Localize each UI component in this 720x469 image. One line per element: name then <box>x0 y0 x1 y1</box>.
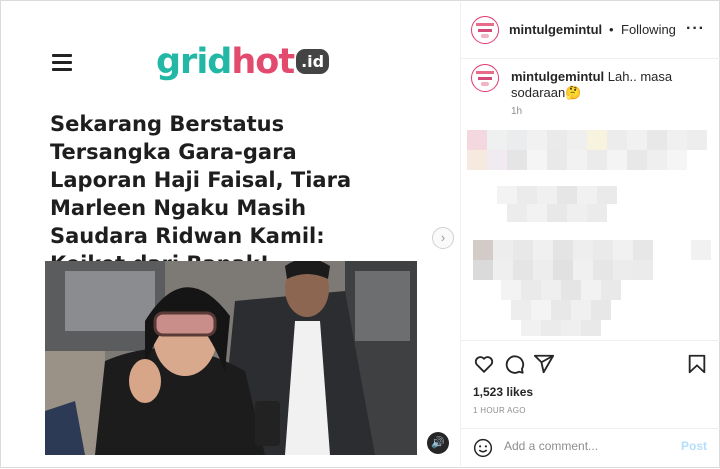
more-icon[interactable]: ··· <box>686 20 705 38</box>
heart-icon[interactable] <box>473 353 495 375</box>
post-time: 1 HOUR AGO <box>473 406 526 415</box>
comment-icon[interactable] <box>503 353 525 375</box>
post-button[interactable]: Post <box>681 439 707 453</box>
post-dialog: gridhot .id Sekarang Berstatus Tersangka … <box>0 0 720 468</box>
share-icon[interactable] <box>533 353 555 375</box>
emoji-icon[interactable] <box>473 438 493 458</box>
chevron-right-icon[interactable]: › <box>432 227 454 249</box>
caption-avatar[interactable] <box>471 64 499 92</box>
article-headline: Sekarang Berstatus Tersangka Gara-gara L… <box>50 112 352 276</box>
avatar[interactable] <box>471 16 499 44</box>
bookmark-icon[interactable] <box>686 353 708 375</box>
menu-icon <box>52 54 72 75</box>
comment-input[interactable]: Add a comment... <box>504 439 598 453</box>
post-header: mintulgemintul • Following ··· <box>461 2 720 59</box>
likes-count[interactable]: 1,523 likes <box>473 385 533 399</box>
separator-dot: • <box>609 22 614 37</box>
comment-bar: Add a comment... Post <box>461 428 720 467</box>
post-caption: mintulgemintul Lah.. masa sodaraan🤔 <box>511 69 711 101</box>
action-bar: 1,523 likes 1 HOUR AGO Add a comment... … <box>461 340 720 469</box>
caption-time: 1h <box>511 106 523 117</box>
following-button[interactable]: Following <box>621 22 676 37</box>
caption-username[interactable]: mintulgemintul <box>511 69 604 84</box>
speaker-icon[interactable]: 🔊 <box>427 432 449 454</box>
pixelated-comments <box>467 130 711 336</box>
gridhot-logo: gridhot .id <box>156 42 330 82</box>
media-panel: gridhot .id Sekarang Berstatus Tersangka … <box>2 2 459 466</box>
post-username[interactable]: mintulgemintul <box>509 22 602 37</box>
post-sidebar: mintulgemintul • Following ··· mintulgem… <box>460 2 720 466</box>
news-photo <box>45 261 417 455</box>
